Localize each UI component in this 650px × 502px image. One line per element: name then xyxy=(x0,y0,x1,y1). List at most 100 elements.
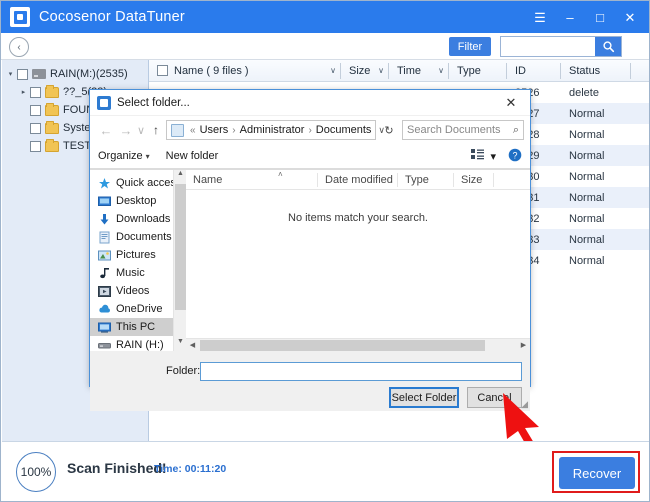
time-label: Time: xyxy=(154,463,182,475)
select-all-checkbox[interactable] xyxy=(157,65,168,76)
column-header-label: Type xyxy=(457,65,481,77)
folder-icon xyxy=(45,123,59,134)
tree-twisty-icon[interactable]: ▾ xyxy=(4,70,17,78)
breadcrumb-item[interactable]: Documents xyxy=(314,124,374,136)
dialog-body: Quick accessDesktop✒Downloads✒Documents✒… xyxy=(90,169,530,351)
places-item-label: RAIN (H:) xyxy=(116,339,164,351)
places-item[interactable]: RAIN (H:) xyxy=(90,336,186,351)
new-folder-button[interactable]: New folder xyxy=(166,150,219,162)
recover-button[interactable]: Recover xyxy=(559,457,635,489)
folder-input[interactable] xyxy=(200,362,522,381)
dialog-close-icon[interactable]: ✕ xyxy=(492,90,530,116)
dialog-column-headers: Name˄Date modifiedTypeSize xyxy=(186,170,530,190)
close-icon[interactable]: ✕ xyxy=(615,1,645,33)
places-item[interactable]: Documents✒ xyxy=(90,228,186,246)
breadcrumb-item[interactable]: Administrator xyxy=(238,124,307,136)
dialog-column-header[interactable]: Type xyxy=(398,170,454,190)
column-sort-chevron-down-icon[interactable]: ∨ xyxy=(378,66,384,75)
places-item[interactable]: This PC xyxy=(90,318,186,336)
column-header[interactable]: ID xyxy=(507,60,561,82)
tree-checkbox[interactable] xyxy=(30,123,41,134)
organize-button[interactable]: Organize▾ xyxy=(98,150,150,162)
view-chevron-down-icon[interactable]: ▾ xyxy=(490,150,496,163)
places-item[interactable]: Downloads✒ xyxy=(90,210,186,228)
nav-forward-icon[interactable]: → xyxy=(116,123,136,138)
view-mode-icon[interactable] xyxy=(471,149,485,163)
refresh-icon[interactable]: ↻ xyxy=(380,124,398,137)
column-sort-chevron-down-icon[interactable]: ∨ xyxy=(438,66,444,75)
scroll-down-icon[interactable]: ▼ xyxy=(174,338,186,351)
column-header[interactable]: Time∨ xyxy=(389,60,449,82)
places-item[interactable]: Desktop✒ xyxy=(90,192,186,210)
tree-checkbox[interactable] xyxy=(17,69,28,80)
elapsed-time: Time: 00:11:20 xyxy=(154,463,226,475)
scroll-up-icon[interactable]: ▲ xyxy=(174,170,186,184)
tree-item[interactable]: ▾ RAIN(M:)(2535) xyxy=(2,65,148,83)
column-header[interactable]: Status xyxy=(561,60,631,82)
column-sort-chevron-down-icon[interactable]: ∨ xyxy=(330,66,336,75)
places-item[interactable]: OneDrive xyxy=(90,300,186,318)
help-icon[interactable]: ? xyxy=(508,148,522,165)
cell-status: Normal xyxy=(561,192,631,204)
dialog-column-divider xyxy=(493,173,494,187)
search-input[interactable] xyxy=(501,37,595,56)
search-icon[interactable] xyxy=(595,37,621,56)
select-folder-button[interactable]: Select Folder xyxy=(389,387,459,408)
dialog-title: Select folder... xyxy=(117,97,190,109)
maximize-icon[interactable]: □ xyxy=(585,1,615,33)
file-list-header: Name ( 9 files )∨Size∨Time∨ Type ID Status xyxy=(149,60,649,82)
dialog-app-icon xyxy=(97,96,111,110)
dialog-column-header[interactable]: Date modified xyxy=(318,170,398,190)
cell-status: Normal xyxy=(561,255,631,267)
column-header[interactable]: Type xyxy=(449,60,507,82)
column-header-label: Status xyxy=(569,65,600,77)
title-bar: Cocosenor DataTuner ☰ – □ ✕ xyxy=(1,1,649,33)
places-item[interactable]: Quick access xyxy=(90,174,186,192)
filter-button[interactable]: Filter xyxy=(449,37,491,56)
drive-icon xyxy=(32,69,46,79)
address-bar[interactable]: « Users›Administrator›Documents ∨ xyxy=(166,120,376,140)
column-header[interactable]: Name ( 9 files )∨ xyxy=(149,60,341,82)
hscroll-thumb[interactable] xyxy=(200,340,485,351)
column-header-label: ID xyxy=(515,65,526,77)
tree-twisty-icon[interactable]: ▸ xyxy=(17,88,30,96)
breadcrumb-item[interactable]: Users xyxy=(198,124,231,136)
tree-item-label: RAIN(M:)(2535) xyxy=(50,69,128,80)
places-item[interactable]: Videos xyxy=(90,282,186,300)
tree-checkbox[interactable] xyxy=(30,105,41,116)
cloud-icon xyxy=(98,303,111,316)
dialog-column-label: Name xyxy=(193,174,222,186)
breadcrumb-separator-icon: › xyxy=(230,125,237,136)
nav-up-icon[interactable]: ↑ xyxy=(146,123,166,137)
dialog-search-box[interactable]: Search Documents ⌕ xyxy=(402,120,524,140)
nav-back-icon[interactable]: ← xyxy=(96,123,116,138)
desktop-icon xyxy=(98,195,111,208)
dialog-column-header[interactable]: Size xyxy=(454,170,494,190)
folder-field-label: Folder: xyxy=(166,365,200,377)
tree-checkbox[interactable] xyxy=(30,87,41,98)
minimize-icon[interactable]: – xyxy=(555,1,585,33)
time-value: 00:11:20 xyxy=(185,463,226,475)
column-header[interactable]: Size∨ xyxy=(341,60,389,82)
nav-recent-icon[interactable]: ∨ xyxy=(136,124,146,137)
folder-icon xyxy=(45,87,59,98)
cell-status: Normal xyxy=(561,108,631,120)
dialog-navigation-bar: ← → ∨ ↑ « Users›Administrator›Documents … xyxy=(90,116,530,144)
dialog-places-pane[interactable]: Quick accessDesktop✒Downloads✒Documents✒… xyxy=(90,170,186,351)
places-item[interactable]: Music xyxy=(90,264,186,282)
dialog-search-placeholder: Search Documents xyxy=(407,124,501,136)
dialog-column-header[interactable]: Name˄ xyxy=(186,170,318,190)
documents-icon xyxy=(98,231,111,244)
folder-icon xyxy=(45,105,59,116)
back-button[interactable]: ‹ xyxy=(9,37,29,57)
scroll-thumb[interactable] xyxy=(175,184,186,310)
places-vertical-scrollbar[interactable]: ▲ ▼ xyxy=(173,170,186,351)
dialog-command-bar: Organize▾ New folder ▾ xyxy=(90,144,530,169)
menu-icon[interactable]: ☰ xyxy=(525,1,555,33)
places-item[interactable]: Pictures✒ xyxy=(90,246,186,264)
annotation-arrow-icon xyxy=(499,393,559,445)
status-bar: 100% Scan Finished! Time: 00:11:20 Recov… xyxy=(2,441,649,501)
tree-checkbox[interactable] xyxy=(30,141,41,152)
dialog-footer: Folder: Select Folder Cancel ◢ xyxy=(90,351,530,411)
file-pane-horizontal-scrollbar[interactable]: ◀ ▶ xyxy=(186,338,530,351)
